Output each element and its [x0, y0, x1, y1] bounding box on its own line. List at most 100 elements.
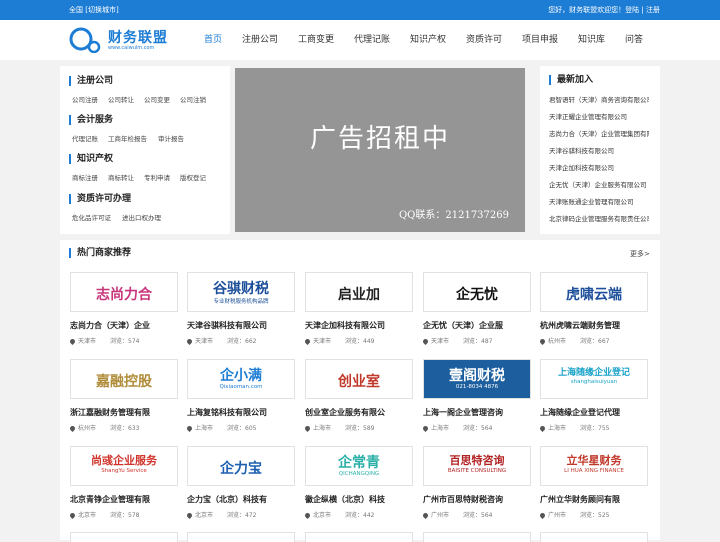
news-item[interactable]: 天津正耀企业管理有限公司	[549, 111, 649, 121]
nav-project[interactable]: 项目申报	[522, 20, 558, 60]
merchant-logo[interactable]: 嘉融控股	[70, 359, 178, 399]
category-link[interactable]: 公司注册	[72, 94, 98, 104]
news-item[interactable]: 君智语轩（天津）商务咨询有限公司	[549, 94, 649, 104]
nav-home[interactable]: 首页	[204, 20, 222, 60]
news-item[interactable]: 天津谷骐科技有限公司	[549, 145, 649, 155]
merchant-logo[interactable]: 上海随缘企业登记 shanghaisuiyuan	[540, 359, 648, 399]
merchant-name[interactable]: 北京青铮企业管理有限	[70, 494, 182, 505]
nav-ip[interactable]: 知识产权	[410, 20, 446, 60]
merchant-views: 442	[363, 512, 375, 519]
merchant-views: 578	[128, 512, 140, 519]
merchant-views: 472	[245, 512, 257, 519]
merchant-logo[interactable]: 虎啸云端	[540, 272, 648, 312]
merchant-name[interactable]: 广州立华财务顾问有限	[540, 494, 652, 505]
merchant-meta: 天津市 浏览：449	[303, 336, 375, 346]
merchant-logo[interactable]: 尚彧企业服务 ShangYu Service	[70, 446, 178, 486]
merchant-logo[interactable]	[423, 532, 531, 542]
nav-change[interactable]: 工商变更	[298, 20, 334, 60]
merchant-logo[interactable]: 企无忧	[423, 272, 531, 312]
merchant-name[interactable]: 上海一阁企业管理咨询	[423, 407, 535, 418]
merchant-logo[interactable]: 谷骐财税 专业财税服务机构品牌	[187, 272, 295, 312]
location-pin-icon	[538, 511, 547, 520]
merchant-logo[interactable]: 企常青 QICHANGQING	[305, 446, 413, 486]
category-link[interactable]: 代理记账	[72, 133, 98, 143]
merchant-logo-text: 嘉融控股	[96, 374, 152, 390]
merchant-name[interactable]: 上海随缘企业登记代理	[540, 407, 652, 418]
location-pin-icon	[421, 424, 430, 433]
merchant-name[interactable]: 杭州虎啸云端财务管理	[540, 320, 652, 331]
merchant-logo-text: 百思特咨询	[449, 454, 505, 467]
city-switch-link[interactable]: 全国 [切换城市]	[69, 0, 119, 20]
news-title: 最新加入	[549, 75, 593, 85]
category-link[interactable]: 版权登记	[180, 172, 206, 182]
news-item[interactable]: 天津企加科技有限公司	[549, 162, 649, 172]
ad-banner[interactable]: 广告招租中 QQ联系：2121737269	[235, 68, 525, 232]
category-link[interactable]: 危化品许可证	[72, 212, 111, 222]
merchant-name[interactable]: 浙江嘉融财务管理有限	[70, 407, 182, 418]
nav-qa[interactable]: 问答	[625, 20, 643, 60]
category-link[interactable]: 公司转让	[108, 94, 134, 104]
merchant-views: 564	[481, 425, 493, 432]
nav-license[interactable]: 资质许可	[466, 20, 502, 60]
category-link[interactable]: 进出口权办理	[122, 212, 161, 222]
nav-bookkeeping[interactable]: 代理记账	[354, 20, 390, 60]
login-register-links[interactable]: 您好，财务联盟欢迎您！登陆 | 注册	[548, 0, 660, 20]
category-title[interactable]: 资质许可办理	[69, 194, 131, 204]
merchant-views: 605	[245, 425, 257, 432]
merchant-logo-text: 谷骐财税	[213, 281, 269, 297]
merchant-city: 广州市	[431, 512, 450, 519]
hot-merchants-title: 热门商家推荐	[69, 248, 131, 258]
news-item[interactable]: 企无忧（天津）企业服务有限公司	[549, 179, 649, 189]
merchant-views: 589	[363, 425, 375, 432]
merchant-city: 天津市	[78, 338, 97, 345]
merchant-logo[interactable]	[540, 532, 648, 542]
site-logo[interactable]: 财务联盟 www.caiwulm.com	[68, 27, 178, 55]
views-label: 浏览：	[227, 425, 246, 432]
merchant-logo[interactable]: 壹阁财税 021-8034 4876	[423, 359, 531, 399]
news-item[interactable]: 北京律码企业管理服务有限责任公司	[549, 213, 649, 223]
merchant-name[interactable]: 企无忧（天津）企业服	[423, 320, 535, 331]
merchant-name[interactable]: 广州市百思特财税咨询	[423, 494, 535, 505]
category-link[interactable]: 工商年检报告	[108, 133, 147, 143]
location-pin-icon	[68, 337, 77, 346]
merchant-logo[interactable]: 志尚力合	[70, 272, 178, 312]
category-link[interactable]: 公司变更	[144, 94, 170, 104]
news-item[interactable]: 志尚力合（天津）企业管理集团有限公司	[549, 128, 649, 138]
news-item[interactable]: 天津账账通企业管理有限公司	[549, 196, 649, 206]
location-pin-icon	[303, 424, 312, 433]
merchant-logo[interactable]: 企小满 Qixiaoman.com	[187, 359, 295, 399]
merchant-logo[interactable]: 企力宝	[187, 446, 295, 486]
category-link[interactable]: 商标转让	[108, 172, 134, 182]
merchant-logo[interactable]: 立华星财务 LI HUA XING FINANCE	[540, 446, 648, 486]
merchant-name[interactable]: 创业室企业服务有限公	[305, 407, 417, 418]
views-label: 浏览：	[463, 338, 482, 345]
nav-register[interactable]: 注册公司	[242, 20, 278, 60]
merchant-logo[interactable]	[305, 532, 413, 542]
merchant-name[interactable]: 天津谷骐科技有限公司	[187, 320, 299, 331]
merchant-meta: 上海市 浏览：564	[421, 423, 493, 433]
category-link[interactable]: 商标注册	[72, 172, 98, 182]
merchant-logo[interactable]	[187, 532, 295, 542]
merchant-views: 487	[481, 338, 493, 345]
merchant-name[interactable]: 志尚力合（天津）企业	[70, 320, 182, 331]
merchant-name[interactable]: 天津企加科技有限公司	[305, 320, 417, 331]
merchant-logo[interactable]	[70, 532, 178, 542]
merchant-logo[interactable]: 百思特咨询 BAISITE CONSULTING	[423, 446, 531, 486]
category-title[interactable]: 知识产权	[69, 154, 113, 164]
merchant-views: 449	[363, 338, 375, 345]
merchant-logo[interactable]: 创业室	[305, 359, 413, 399]
merchant-meta: 杭州市 浏览：633	[68, 423, 139, 433]
nav-knowledge[interactable]: 知识库	[578, 20, 605, 60]
category-link[interactable]: 公司注销	[180, 94, 206, 104]
category-title[interactable]: 注册公司	[69, 76, 113, 86]
more-link[interactable]: 更多>	[630, 249, 650, 259]
category-title[interactable]: 会计服务	[69, 115, 113, 125]
merchant-name[interactable]: 上海复铭科技有限公司	[187, 407, 299, 418]
merchant-name[interactable]: 企力宝（北京）科技有	[187, 494, 299, 505]
merchant-meta: 天津市 浏览：662	[185, 336, 256, 346]
category-link[interactable]: 审计报告	[158, 133, 184, 143]
category-link[interactable]: 专利申请	[144, 172, 170, 182]
views-label: 浏览：	[463, 425, 482, 432]
merchant-name[interactable]: 徽企纵横（北京）科技	[305, 494, 417, 505]
merchant-logo[interactable]: 启业加	[305, 272, 413, 312]
